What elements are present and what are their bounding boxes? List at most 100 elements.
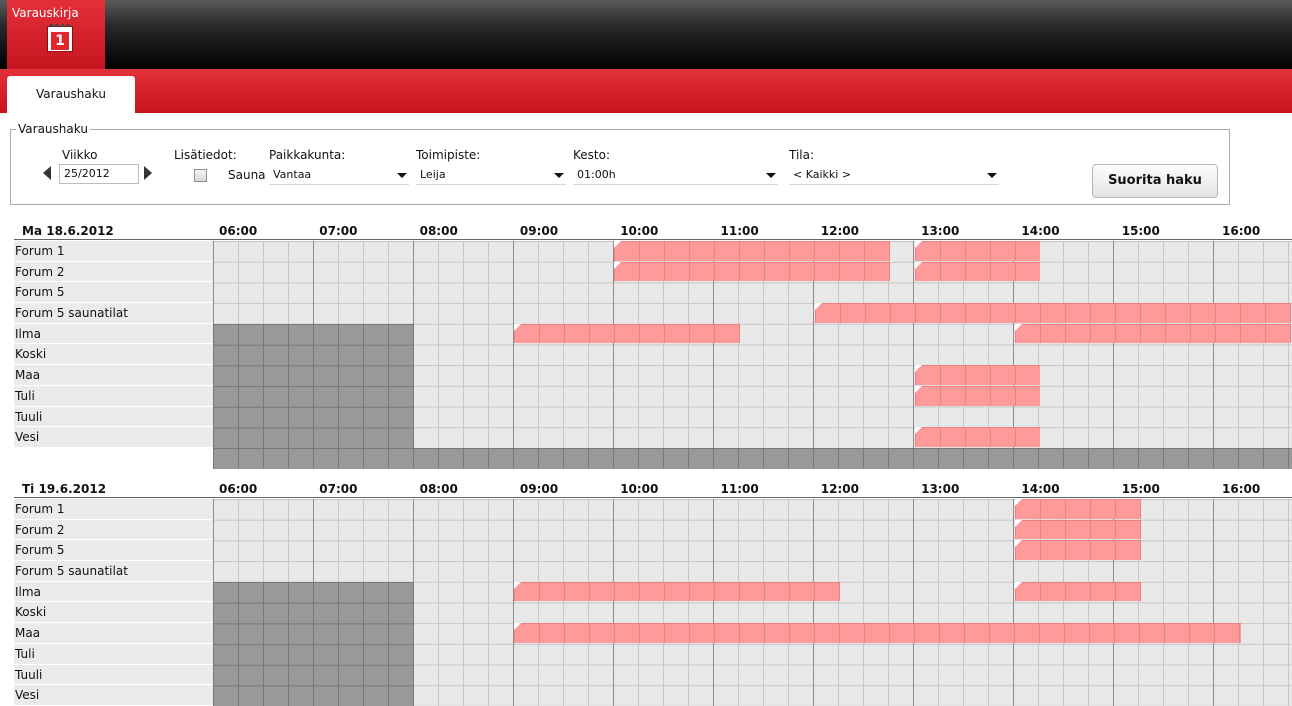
day-title: Ti 19.6.2012 xyxy=(22,482,107,496)
duration-label: Kesto: xyxy=(573,148,610,162)
office-label: Toimipiste: xyxy=(416,148,481,162)
chevron-down-icon xyxy=(766,173,776,178)
tab-varaushaku[interactable]: Varaushaku xyxy=(7,76,135,113)
hour-label: 09:00 xyxy=(519,482,559,496)
room-name: Tuuli xyxy=(14,664,213,686)
search-legend: Varaushaku xyxy=(16,122,90,136)
room-name: Forum 1 xyxy=(14,499,213,520)
hour-label: 07:00 xyxy=(319,224,358,238)
hour-label: 16:00 xyxy=(1222,482,1261,496)
chevron-down-icon xyxy=(554,173,564,178)
booking-block[interactable] xyxy=(915,261,1041,282)
chevron-down-icon xyxy=(987,173,997,178)
day-header: Ma 18.6.2012 06:00 07:00 08:00 09:00 10:00 11:… xyxy=(14,223,1292,240)
app-launcher-tile[interactable]: Varauskirja 1 xyxy=(7,0,105,69)
hour-label: 06:00 xyxy=(219,224,258,238)
hour-label: 13:00 xyxy=(921,482,960,496)
booking-block[interactable] xyxy=(1015,499,1141,519)
state-select-value: < Kaikki > xyxy=(793,168,852,181)
timeslot-grid[interactable] xyxy=(213,241,1292,469)
room-name: Maa xyxy=(14,365,213,386)
booking-block[interactable] xyxy=(513,581,840,602)
unavailable-row xyxy=(213,448,1292,469)
booking-block[interactable] xyxy=(1015,323,1292,344)
office-select[interactable]: Leija xyxy=(416,165,566,185)
room-name: Ilma xyxy=(14,323,213,345)
room-name: Forum 1 xyxy=(14,241,213,262)
room-name: Koski xyxy=(14,344,213,366)
room-name: Forum 5 xyxy=(14,282,213,304)
next-week-arrow-icon[interactable] xyxy=(144,166,152,180)
hour-label: 12:00 xyxy=(820,482,859,496)
booking-block[interactable] xyxy=(915,365,1041,385)
sauna-label: Sauna xyxy=(228,168,266,182)
booking-block[interactable] xyxy=(614,241,890,261)
app-title: Varauskirja xyxy=(12,6,79,20)
booking-block[interactable] xyxy=(915,241,1041,261)
hour-label: 08:00 xyxy=(419,482,458,496)
hour-label: 11:00 xyxy=(720,482,759,496)
hour-label: 10:00 xyxy=(620,224,659,238)
hour-label: 06:00 xyxy=(219,482,258,496)
duration-select-value: 01:00h xyxy=(577,168,616,181)
hour-label: 16:00 xyxy=(1222,224,1261,238)
hour-label: 11:00 xyxy=(720,224,759,238)
office-select-value: Leija xyxy=(420,168,446,181)
calendar-icon: 1 xyxy=(47,24,73,52)
booking-block[interactable] xyxy=(915,427,1041,447)
room-name: Koski xyxy=(14,602,213,624)
room-name: Tuli xyxy=(14,385,213,407)
booking-block[interactable] xyxy=(513,623,1242,643)
room-name: Forum 5 saunatilat xyxy=(14,303,213,324)
hour-label: 13:00 xyxy=(921,224,960,238)
previous-week-arrow-icon[interactable] xyxy=(43,166,51,180)
chevron-down-icon xyxy=(397,173,407,178)
search-button[interactable]: Suorita haku xyxy=(1092,164,1218,198)
sauna-checkbox[interactable] xyxy=(194,169,207,182)
state-select[interactable]: < Kaikki > xyxy=(789,165,999,185)
hour-label: 09:00 xyxy=(519,224,559,238)
search-panel: Varaushaku Viikko 25/2012 Lisätiedot: Sa… xyxy=(10,122,1230,205)
hour-label: 08:00 xyxy=(419,224,458,238)
city-label: Paikkakunta: xyxy=(269,148,346,162)
calendar-day-number: 1 xyxy=(51,32,69,50)
room-name: Forum 2 xyxy=(14,261,213,283)
unavailable-block xyxy=(213,323,414,469)
tab-bar: Varaushaku xyxy=(0,69,1292,113)
room-name: Tuuli xyxy=(14,406,213,428)
room-name: Forum 2 xyxy=(14,519,213,541)
week-input[interactable]: 25/2012 xyxy=(59,164,139,184)
room-name: Vesi xyxy=(14,685,213,706)
hour-label: 12:00 xyxy=(820,224,859,238)
state-label: Tila: xyxy=(789,148,815,162)
unavailable-block xyxy=(213,581,414,706)
booking-block[interactable] xyxy=(513,323,740,344)
room-name: Maa xyxy=(14,623,213,644)
hour-label: 07:00 xyxy=(319,482,358,496)
booking-block[interactable] xyxy=(915,385,1041,406)
week-label: Viikko xyxy=(62,148,98,162)
room-name: Vesi xyxy=(14,427,213,448)
booking-block[interactable] xyxy=(614,261,890,282)
room-name: Ilma xyxy=(14,581,213,603)
room-list: Forum 1 Forum 2 Forum 5 Forum 5 saunatilat I… xyxy=(14,499,213,706)
day-header: Ti 19.6.2012 06:00 07:00 08:00 09:00 10:00 11:… xyxy=(14,481,1292,498)
hour-label: 15:00 xyxy=(1121,482,1160,496)
hour-label: 15:00 xyxy=(1121,224,1160,238)
booking-block[interactable] xyxy=(814,303,1292,323)
city-select[interactable]: Vantaa xyxy=(269,165,409,185)
booking-block[interactable] xyxy=(1015,581,1141,602)
hour-label: 14:00 xyxy=(1021,482,1060,496)
top-bar: Varauskirja 1 xyxy=(0,0,1292,69)
extra-info-label: Lisätiedot: xyxy=(174,148,237,162)
timeslot-grid[interactable] xyxy=(213,499,1292,706)
duration-select[interactable]: 01:00h xyxy=(573,165,778,185)
day-title: Ma 18.6.2012 xyxy=(22,224,114,238)
hour-label: 10:00 xyxy=(620,482,659,496)
room-name: Tuli xyxy=(14,643,213,665)
booking-block[interactable] xyxy=(1015,519,1141,540)
booking-block[interactable] xyxy=(1015,540,1141,561)
room-name: Forum 5 saunatilat xyxy=(14,561,213,582)
hour-label: 14:00 xyxy=(1021,224,1060,238)
room-name: Forum 5 xyxy=(14,540,213,562)
